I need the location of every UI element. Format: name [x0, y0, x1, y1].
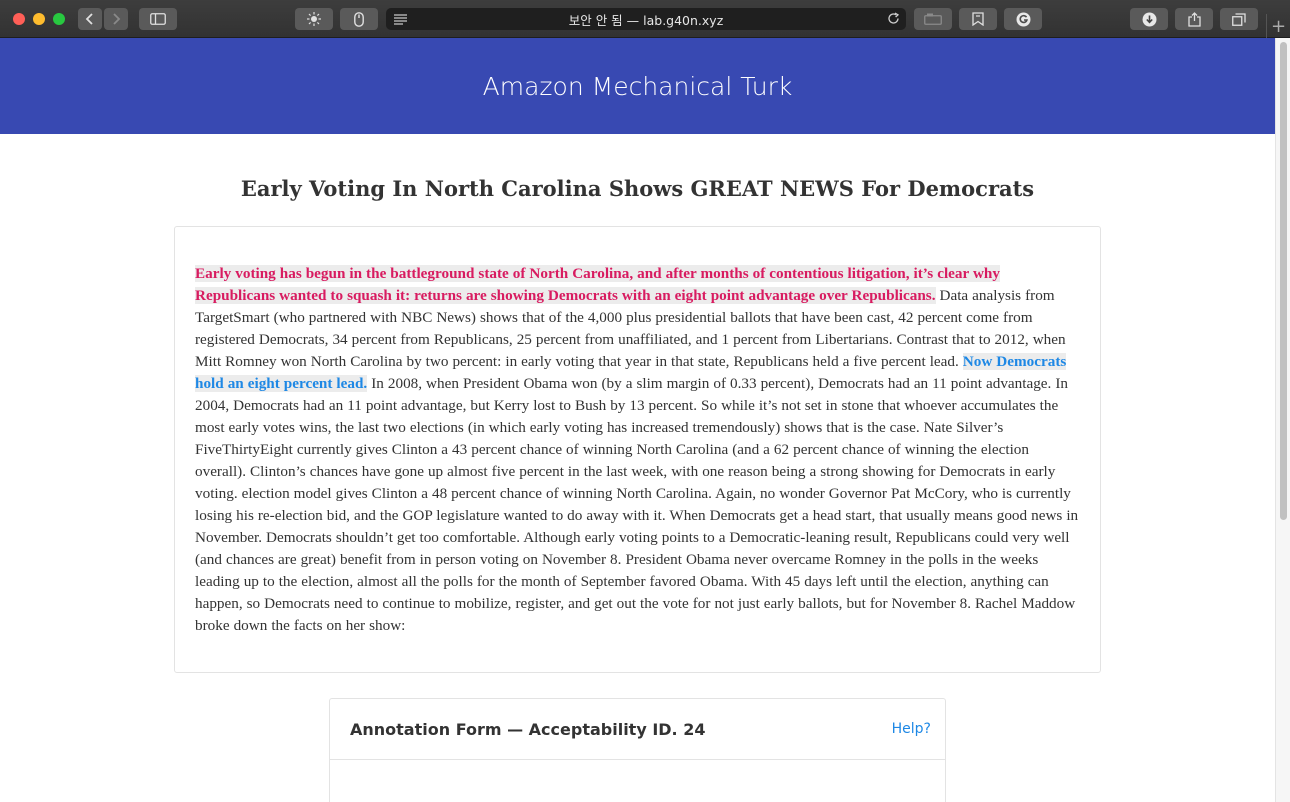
banner-title: Amazon Mechanical Turk	[482, 71, 793, 101]
mouse-extension-button[interactable]	[340, 8, 378, 30]
tabs-extension-button[interactable]	[914, 8, 952, 30]
grammarly-button[interactable]	[1004, 8, 1042, 30]
tab-overview-button[interactable]	[1220, 8, 1258, 30]
mouse-icon	[354, 11, 364, 27]
highlighted-sentence-red: Early voting has begun in the battlegrou…	[195, 265, 1000, 304]
chevron-left-icon	[85, 13, 93, 25]
article-headline: Early Voting In North Carolina Shows GRE…	[240, 176, 1035, 201]
url-text: 보안 안 됨 — lab.g40n.xyz	[568, 12, 724, 28]
sun-icon	[307, 12, 321, 26]
tab-overview-icon	[1232, 12, 1246, 26]
page-viewport: Amazon Mechanical Turk Early Voting In N…	[0, 38, 1275, 802]
article-body: Early voting has begun in the battlegrou…	[195, 263, 1080, 637]
window-minimize-button[interactable]	[33, 13, 45, 25]
annotation-form-card: Annotation Form — Acceptability ID. 24 H…	[329, 698, 946, 802]
annotation-form-header: Annotation Form — Acceptability ID. 24 H…	[330, 699, 945, 760]
share-button[interactable]	[1175, 8, 1213, 30]
sidebar-button[interactable]	[139, 8, 177, 30]
article-card: Early voting has begun in the battlegrou…	[174, 226, 1101, 673]
address-bar[interactable]: 보안 안 됨 — lab.g40n.xyz	[386, 8, 906, 30]
bookmark-extension-button[interactable]	[959, 8, 997, 30]
forward-button[interactable]	[104, 8, 128, 30]
window-close-button[interactable]	[13, 13, 25, 25]
bookmark-icon	[972, 12, 984, 26]
annotation-form-title: Annotation Form — Acceptability ID. 24	[350, 720, 706, 739]
new-tab-button[interactable]: +	[1266, 14, 1290, 38]
scrollbar-thumb[interactable]	[1280, 42, 1287, 520]
reload-icon[interactable]	[887, 12, 900, 28]
download-icon	[1142, 12, 1156, 26]
help-link[interactable]: Help?	[892, 721, 931, 737]
mturk-banner: Amazon Mechanical Turk	[0, 38, 1275, 134]
grammarly-icon	[1016, 12, 1030, 26]
page-scrollbar[interactable]	[1275, 38, 1290, 802]
reader-lines-icon[interactable]	[394, 13, 407, 28]
downloads-button[interactable]	[1130, 8, 1168, 30]
chevron-right-icon	[113, 13, 121, 25]
browser-toolbar: 보안 안 됨 — lab.g40n.xyz +	[0, 0, 1290, 38]
share-icon	[1187, 11, 1201, 27]
tabs-extension-icon	[924, 13, 942, 25]
back-button[interactable]	[78, 8, 102, 30]
article-text-part-2: In 2008, when President Obama won (by a …	[195, 375, 1079, 634]
window-zoom-button[interactable]	[53, 13, 65, 25]
brightness-button[interactable]	[295, 8, 333, 30]
sidebar-icon	[150, 13, 166, 25]
